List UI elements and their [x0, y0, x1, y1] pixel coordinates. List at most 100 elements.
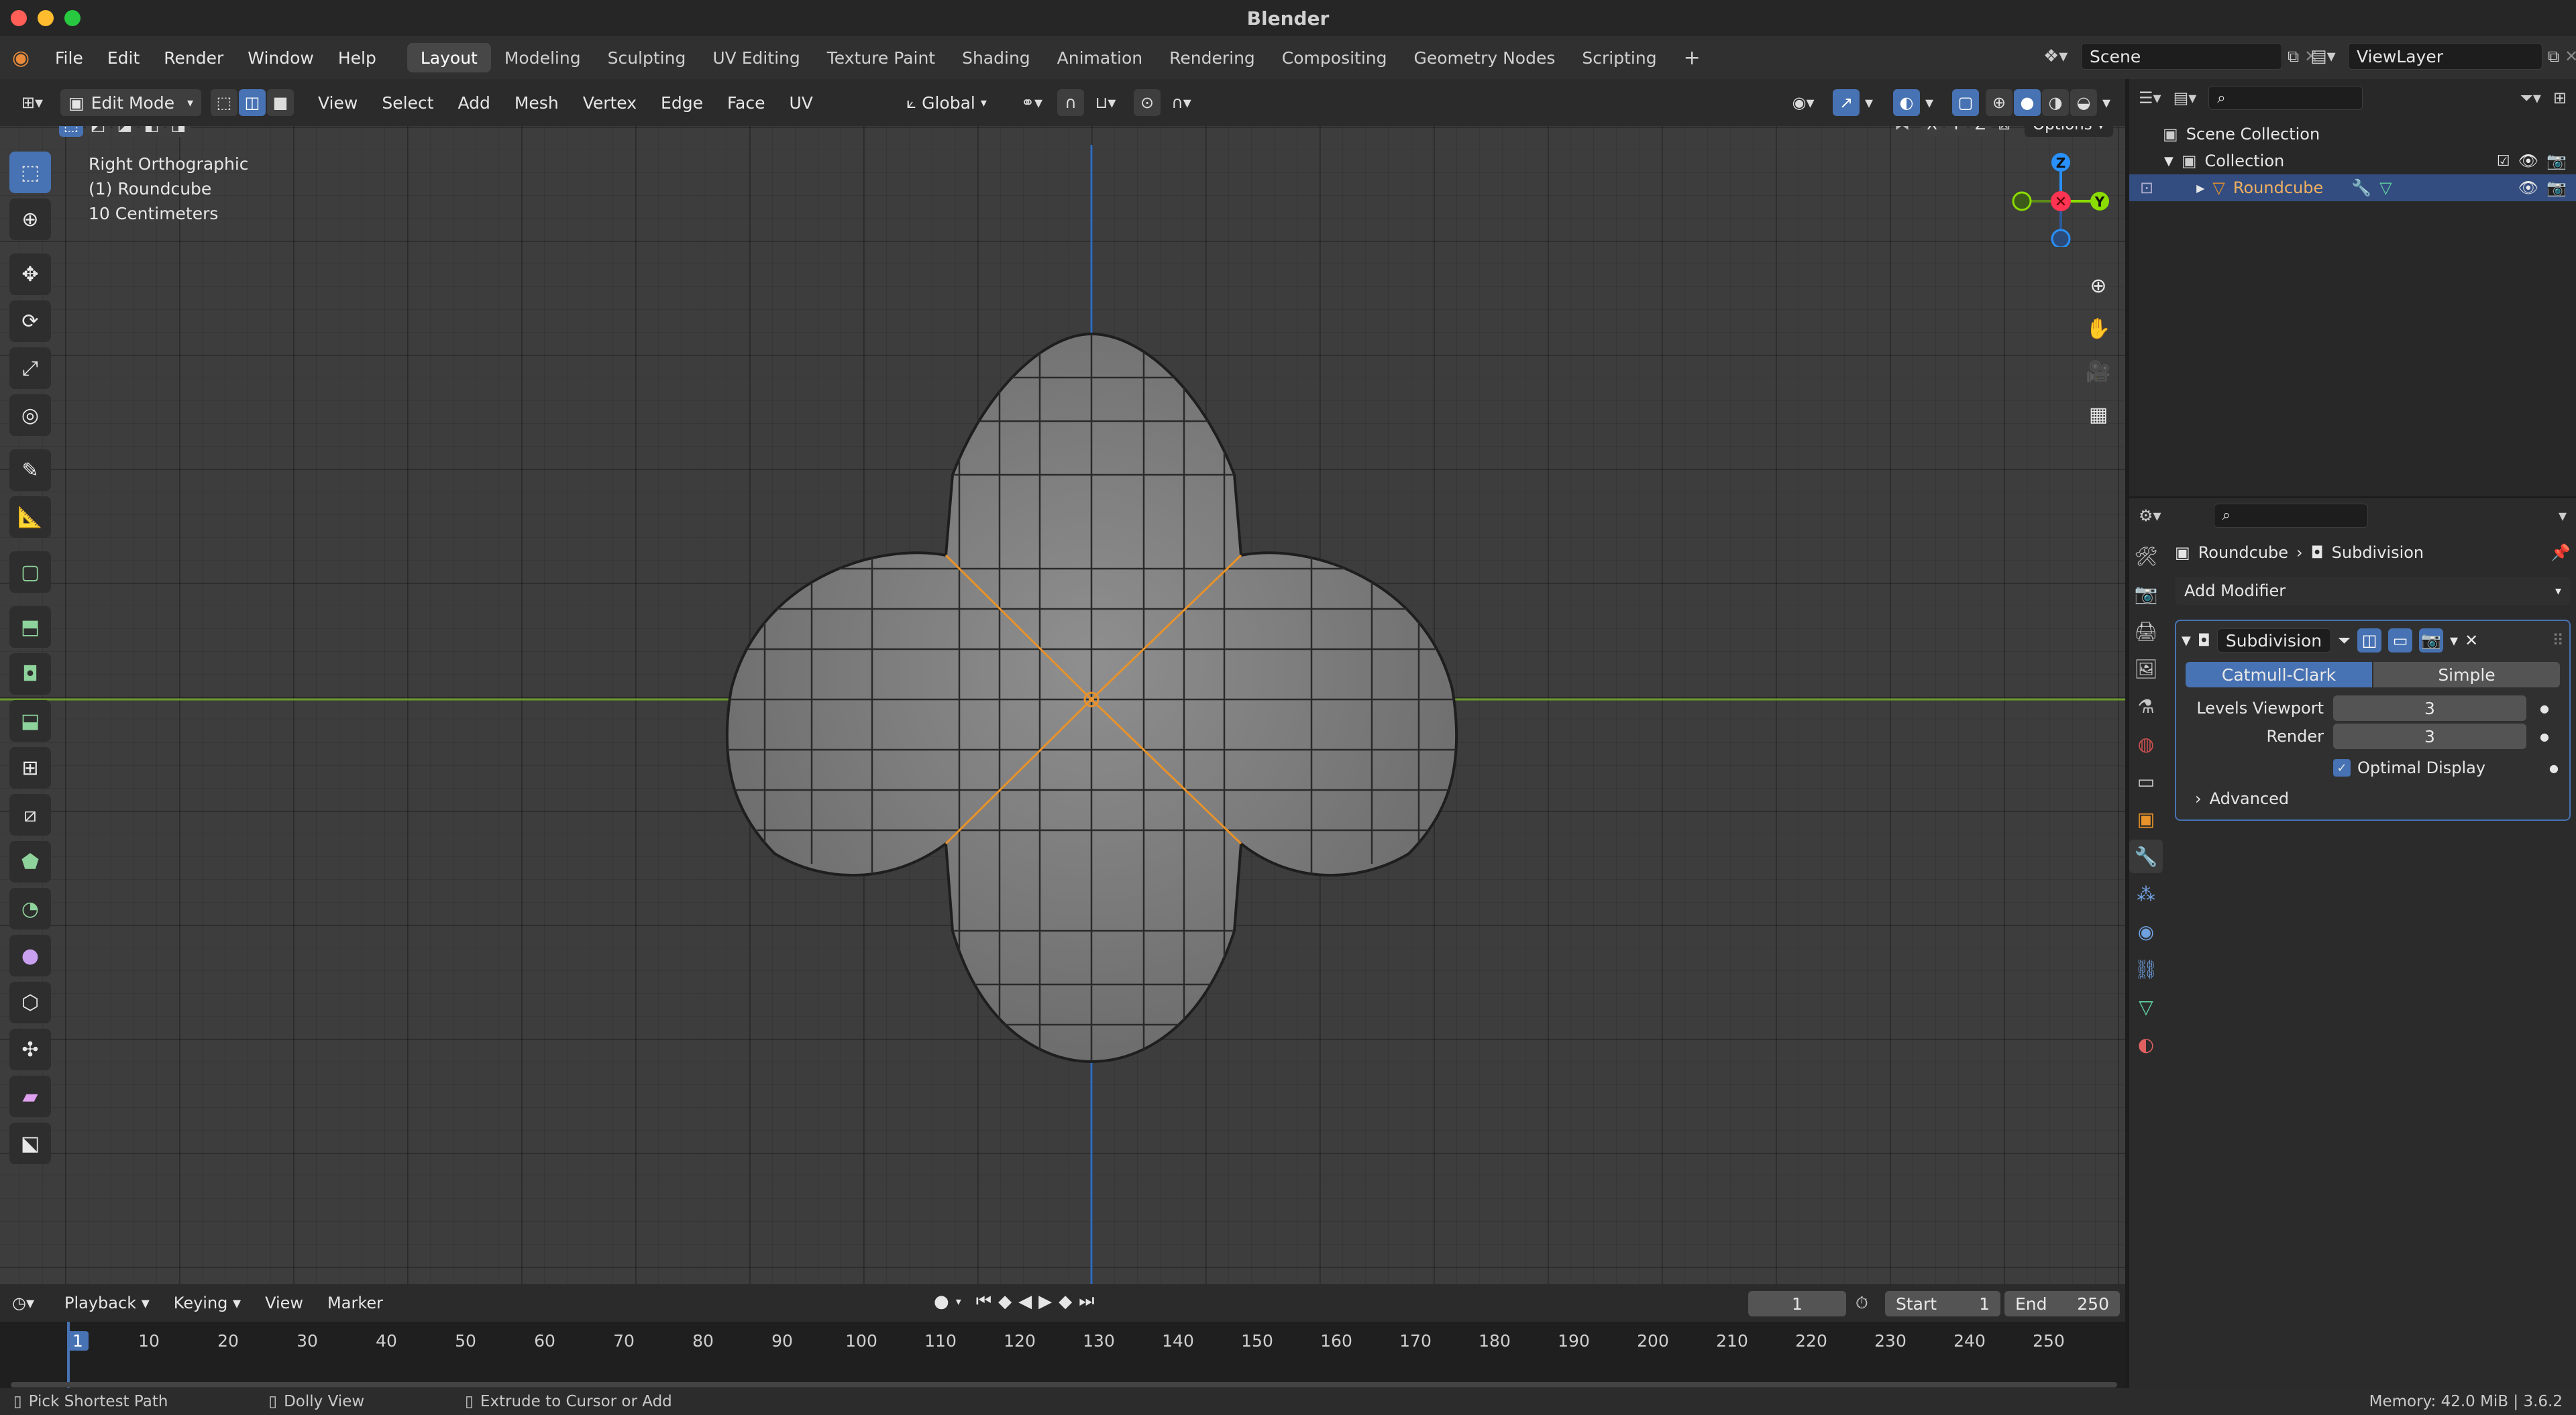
menu-marker[interactable]: Marker: [315, 1294, 395, 1312]
knife-icon[interactable]: ⧄: [9, 794, 51, 836]
mirror-x-toggle[interactable]: X: [1921, 126, 1943, 136]
expand-arrow-icon[interactable]: ▼: [2164, 154, 2174, 168]
playhead[interactable]: [67, 1322, 70, 1388]
menu-uv[interactable]: UV: [777, 93, 825, 113]
edge-select-icon[interactable]: ◫: [239, 89, 266, 116]
expand-arrow-icon[interactable]: ▶: [2196, 182, 2204, 194]
cursor-icon[interactable]: ⊕: [9, 199, 51, 240]
menu-timeline-view[interactable]: View: [253, 1294, 315, 1312]
play-reverse-icon[interactable]: ◀: [1018, 1292, 1032, 1312]
vertex-select-icon[interactable]: ⬚: [211, 89, 237, 116]
menu-help[interactable]: Help: [326, 48, 388, 68]
editor-type-icon[interactable]: ⊞▾: [13, 89, 51, 116]
on-cage-icon[interactable]: ⏷: [2338, 631, 2351, 650]
object-tab-icon[interactable]: ▣: [2129, 802, 2163, 836]
menu-vertex[interactable]: Vertex: [571, 93, 649, 113]
tab-animation[interactable]: Animation: [1044, 43, 1156, 72]
select-box-icon[interactable]: ⬚: [9, 152, 51, 193]
properties-editor-icon[interactable]: ⚙▾: [2139, 506, 2161, 525]
tab-compositing[interactable]: Compositing: [1269, 43, 1401, 72]
shrink-fatten-icon[interactable]: ✣: [9, 1029, 51, 1070]
menu-view[interactable]: View: [306, 93, 370, 113]
close-window-button[interactable]: [11, 10, 27, 26]
timeline-scrubber[interactable]: 1 10 20 30 40 50 60 70 80 90 100 110 120 130 140 150 160…: [0, 1322, 2125, 1388]
xray-toggle-icon[interactable]: ▢: [1952, 89, 1979, 116]
advanced-section[interactable]: › Advanced: [2182, 783, 2564, 814]
auto-keying-icon[interactable]: ●: [934, 1292, 949, 1312]
next-keyframe-icon[interactable]: ◆: [1059, 1292, 1072, 1312]
prev-keyframe-icon[interactable]: ◆: [998, 1292, 1012, 1312]
rendered-shading-icon[interactable]: ◒: [2070, 89, 2097, 116]
tab-geometry-nodes[interactable]: Geometry Nodes: [1401, 43, 1569, 72]
camera-view-icon[interactable]: 🎥: [2080, 353, 2117, 390]
particles-tab-icon[interactable]: ⁂: [2129, 877, 2163, 911]
tab-sculpting[interactable]: Sculpting: [594, 43, 700, 72]
menu-edit[interactable]: Edit: [95, 48, 152, 68]
scene-name-field[interactable]: Scene: [2081, 43, 2282, 70]
annotate-icon[interactable]: ✎: [9, 449, 51, 491]
new-viewlayer-icon[interactable]: ⧉: [2548, 47, 2559, 66]
jump-end-icon[interactable]: ⏭: [1079, 1291, 1094, 1312]
output-tab-icon[interactable]: 🖨: [2129, 614, 2163, 648]
display-mode-icon[interactable]: ▤▾: [2174, 89, 2197, 107]
roundcube-row[interactable]: ⊡ ▶ ▽ Roundcube 🔧 ▽ 👁 📷: [2129, 174, 2576, 201]
tab-modeling[interactable]: Modeling: [491, 43, 594, 72]
menu-face[interactable]: Face: [715, 93, 777, 113]
mesh-data-icon[interactable]: ▽: [2379, 178, 2392, 197]
rip-region-icon[interactable]: ⬕: [9, 1123, 51, 1164]
zoom-icon[interactable]: ⊕: [2080, 267, 2117, 304]
outliner-editor-icon[interactable]: ☰▾: [2139, 89, 2161, 107]
drag-handle-icon[interactable]: ⠿: [2552, 631, 2564, 650]
viewlayer-name-field[interactable]: ViewLayer: [2348, 43, 2542, 70]
catmull-clark-option[interactable]: Catmull-Clark: [2186, 662, 2372, 687]
tab-rendering[interactable]: Rendering: [1156, 43, 1269, 72]
material-shading-icon[interactable]: ◑: [2042, 89, 2069, 116]
menu-select[interactable]: Select: [370, 93, 445, 113]
view-layer-tab-icon[interactable]: 🖼: [2129, 652, 2163, 685]
tool-tab-icon[interactable]: 🛠: [2129, 539, 2163, 573]
mirror-icon[interactable]: ⧓: [1894, 126, 1919, 133]
add-workspace-icon[interactable]: +: [1670, 43, 1714, 72]
tab-texture-paint[interactable]: Texture Paint: [814, 43, 949, 72]
options-dropdown[interactable]: Options ▾: [2025, 126, 2113, 137]
pivot-point-icon[interactable]: ⚭▾: [1012, 89, 1052, 116]
end-frame-field[interactable]: End 250: [2004, 1291, 2120, 1316]
inset-faces-icon[interactable]: ◘: [9, 653, 51, 695]
remove-modifier-icon[interactable]: ✕: [2465, 631, 2478, 650]
zoom-window-button[interactable]: [64, 10, 80, 26]
select-subtract-icon[interactable]: ◪: [113, 126, 137, 137]
wireframe-shading-icon[interactable]: ⊕: [1986, 89, 2012, 116]
transform-icon[interactable]: ◎: [9, 394, 51, 436]
properties-search-input[interactable]: ⌕: [2213, 503, 2368, 528]
solid-shading-icon[interactable]: ●: [2014, 89, 2041, 116]
properties-menu-icon[interactable]: ▾: [2559, 506, 2567, 525]
simple-option[interactable]: Simple: [2373, 662, 2560, 687]
tab-uv-editing[interactable]: UV Editing: [699, 43, 813, 72]
eye-icon[interactable]: 👁: [2518, 178, 2538, 197]
rotate-icon[interactable]: ⟳: [9, 300, 51, 342]
physics-tab-icon[interactable]: ◉: [2129, 915, 2163, 948]
pan-hand-icon[interactable]: ✋: [2080, 310, 2117, 347]
scale-icon[interactable]: ⤢: [9, 347, 51, 389]
select-extend-icon[interactable]: ◩: [86, 126, 110, 137]
modifier-menu-icon[interactable]: ▾: [2450, 631, 2458, 650]
snap-toggle-icon[interactable]: ∩: [1057, 89, 1084, 116]
collection-tab-icon[interactable]: ▭: [2129, 765, 2163, 798]
transform-orientation-dropdown[interactable]: ⟀ Global ▾: [896, 89, 997, 116]
auto-merge-icon[interactable]: ⊠: [1998, 126, 2022, 133]
exclude-checkbox[interactable]: ☑: [2497, 153, 2510, 170]
keyframe-dot-icon[interactable]: ●: [2549, 762, 2559, 775]
scene-tab-icon[interactable]: ⚗: [2129, 689, 2163, 723]
select-intersect-icon[interactable]: ◨: [166, 126, 191, 137]
overlay-toggle-icon[interactable]: ◐: [1893, 89, 1920, 116]
shading-menu-icon[interactable]: ▾: [2098, 89, 2114, 116]
modifier-wrench-icon[interactable]: 🔧: [2351, 178, 2371, 197]
viewport-display-icon[interactable]: ▭: [2388, 628, 2413, 653]
spin-icon[interactable]: ◔: [9, 888, 51, 929]
add-cube-icon[interactable]: ▢: [9, 551, 51, 593]
3d-viewport[interactable]: Right Orthographic (1) Roundcube 10 Cent…: [0, 126, 2125, 1284]
scene-icon[interactable]: ❖▾: [2043, 46, 2081, 66]
gizmo-menu-icon[interactable]: ▾: [1861, 89, 1877, 116]
modifier-name-field[interactable]: Subdivision: [2216, 628, 2331, 653]
ortho-toggle-icon[interactable]: ▦: [2080, 396, 2117, 433]
